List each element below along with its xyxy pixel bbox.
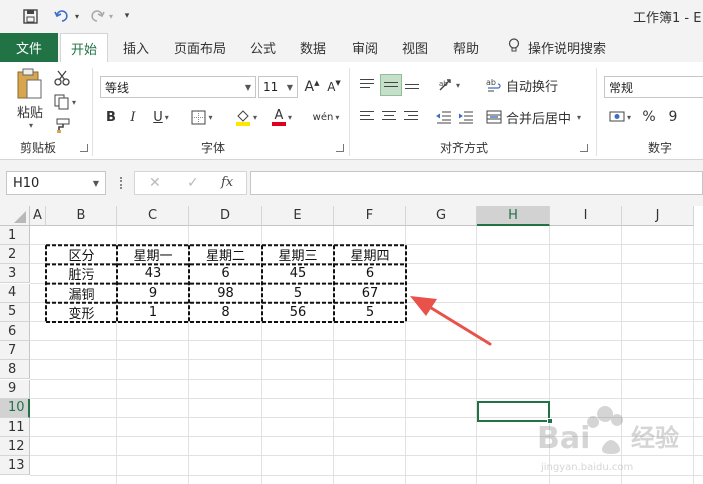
svg-text:经验: 经验 bbox=[631, 424, 679, 452]
tab-home[interactable]: 开始 bbox=[60, 33, 109, 62]
align-left-icon[interactable] bbox=[360, 108, 378, 124]
tab-help[interactable]: 帮助 bbox=[453, 33, 479, 62]
borders-button[interactable]: ▾ bbox=[186, 106, 218, 128]
format-painter-icon[interactable] bbox=[52, 116, 72, 136]
font-size-combo[interactable]: 11 ▼ bbox=[258, 76, 298, 98]
top-align-icon[interactable] bbox=[360, 76, 378, 92]
font-color-button[interactable]: A ▾ bbox=[266, 106, 298, 128]
font-group-label: 字体 bbox=[201, 141, 226, 155]
svg-text:jingyan.baidu.com: jingyan.baidu.com bbox=[540, 462, 633, 473]
tab-file[interactable]: 文件 bbox=[0, 33, 58, 62]
lightbulb-icon bbox=[508, 38, 520, 57]
fill-color-button[interactable]: ▾ bbox=[230, 106, 262, 128]
formula-input[interactable] bbox=[250, 171, 703, 195]
save-icon[interactable] bbox=[20, 6, 40, 26]
formula-buttons: ✕ ✓ fx bbox=[134, 171, 247, 195]
font-launcher-icon[interactable] bbox=[336, 144, 344, 152]
number-format-combo[interactable]: 常规 bbox=[604, 76, 703, 98]
tab-view[interactable]: 视图 bbox=[402, 33, 428, 62]
tell-me-search[interactable]: 操作说明搜索 bbox=[508, 33, 606, 62]
italic-button[interactable]: I bbox=[124, 106, 142, 128]
paste-button[interactable]: 粘贴 ▾ bbox=[12, 68, 48, 130]
redo-dropdown-icon[interactable]: ▾ bbox=[106, 6, 116, 26]
baidu-watermark: Bai 经验 jingyan.baidu.com bbox=[537, 406, 679, 473]
middle-align-button[interactable] bbox=[380, 74, 402, 96]
underline-button[interactable]: U ▾ bbox=[146, 106, 176, 128]
window-title: 工作簿1 - E bbox=[633, 11, 702, 26]
formula-bar-grip-icon bbox=[120, 177, 122, 189]
accounting-format-button[interactable]: ▾ bbox=[604, 106, 636, 128]
alignment-launcher-icon[interactable] bbox=[580, 144, 588, 152]
bottom-align-icon[interactable] bbox=[405, 78, 423, 94]
cut-icon[interactable] bbox=[52, 68, 72, 88]
enter-icon[interactable]: ✓ bbox=[187, 175, 199, 191]
svg-text:ab: ab bbox=[439, 80, 448, 88]
bold-button[interactable]: B bbox=[102, 106, 120, 128]
merge-center-button[interactable]: 合并后居中 ▾ bbox=[486, 106, 586, 128]
alignment-group-label: 对齐方式 bbox=[440, 141, 489, 155]
clipboard-icon bbox=[17, 68, 42, 99]
formula-bar: H10 ▼ ✕ ✓ fx bbox=[0, 160, 703, 206]
tab-page-layout[interactable]: 页面布局 bbox=[174, 33, 226, 62]
ribbon-home: 粘贴 ▾ ▾ 剪贴板 等线 ▼ 11 ▼ A ▲ A ▼ B I U ▾ ▾ ▾ A bbox=[0, 62, 703, 160]
wrap-text-button[interactable]: ab 自动换行 bbox=[486, 74, 566, 96]
tab-data[interactable]: 数据 bbox=[300, 33, 326, 62]
grow-font-button[interactable]: A ▲ bbox=[302, 76, 322, 98]
comma-style-button[interactable]: 9 bbox=[664, 106, 682, 128]
align-right-icon[interactable] bbox=[404, 108, 422, 124]
clipboard-group-label: 剪贴板 bbox=[20, 141, 57, 155]
tell-me-label: 操作说明搜索 bbox=[528, 42, 607, 57]
tab-insert[interactable]: 插入 bbox=[123, 33, 149, 62]
worksheet-grid[interactable]: ABCDEFGHIJ 1 2 3 4 5 6 7 8 9 10 11 12 13 区分 星期一 星期二 星期三… bbox=[0, 206, 703, 484]
orientation-button[interactable]: ab ▾ bbox=[434, 74, 464, 96]
svg-text:ab: ab bbox=[486, 78, 496, 87]
shrink-font-button[interactable]: A ▼ bbox=[324, 76, 344, 98]
borders-icon bbox=[191, 110, 206, 124]
percent-button[interactable]: % bbox=[640, 106, 658, 128]
increase-indent-icon[interactable] bbox=[456, 106, 476, 128]
undo-icon[interactable] bbox=[50, 6, 74, 26]
tab-formulas[interactable]: 公式 bbox=[250, 33, 276, 62]
align-center-icon[interactable] bbox=[382, 108, 400, 124]
decrease-indent-icon[interactable] bbox=[434, 106, 454, 128]
paste-dropdown-icon[interactable]: ▾ bbox=[29, 121, 33, 130]
middle-align-icon bbox=[384, 77, 402, 93]
wrap-text-icon: ab bbox=[486, 78, 501, 92]
customize-quick-access-icon[interactable]: ▾ bbox=[120, 6, 134, 26]
orientation-icon: ab bbox=[439, 79, 451, 91]
currency-icon bbox=[609, 111, 625, 122]
name-box[interactable]: H10 ▼ bbox=[6, 171, 106, 195]
svg-text:Bai: Bai bbox=[537, 421, 590, 456]
insert-function-button[interactable]: fx bbox=[221, 175, 233, 190]
undo-dropdown-icon[interactable]: ▾ bbox=[72, 6, 82, 26]
merge-cells-icon bbox=[486, 110, 502, 124]
font-color-swatch bbox=[271, 121, 286, 126]
number-group-label: 数字 bbox=[648, 141, 673, 155]
ribbon-tabs: 文件 开始 插入 页面布局 公式 数据 审阅 视图 帮助 操作说明搜索 bbox=[0, 33, 703, 62]
title-bar: ▾ ▾ ▾ 工作簿1 - E bbox=[0, 0, 703, 33]
cancel-icon[interactable]: ✕ bbox=[149, 175, 161, 191]
font-name-combo[interactable]: 等线 ▼ bbox=[100, 76, 256, 98]
tab-review[interactable]: 审阅 bbox=[352, 33, 378, 62]
phonetic-guide-button[interactable]: wén ▾ bbox=[310, 106, 342, 128]
copy-icon[interactable]: ▾ bbox=[52, 92, 78, 112]
paint-bucket-icon bbox=[235, 109, 250, 126]
clipboard-launcher-icon[interactable] bbox=[80, 144, 88, 152]
